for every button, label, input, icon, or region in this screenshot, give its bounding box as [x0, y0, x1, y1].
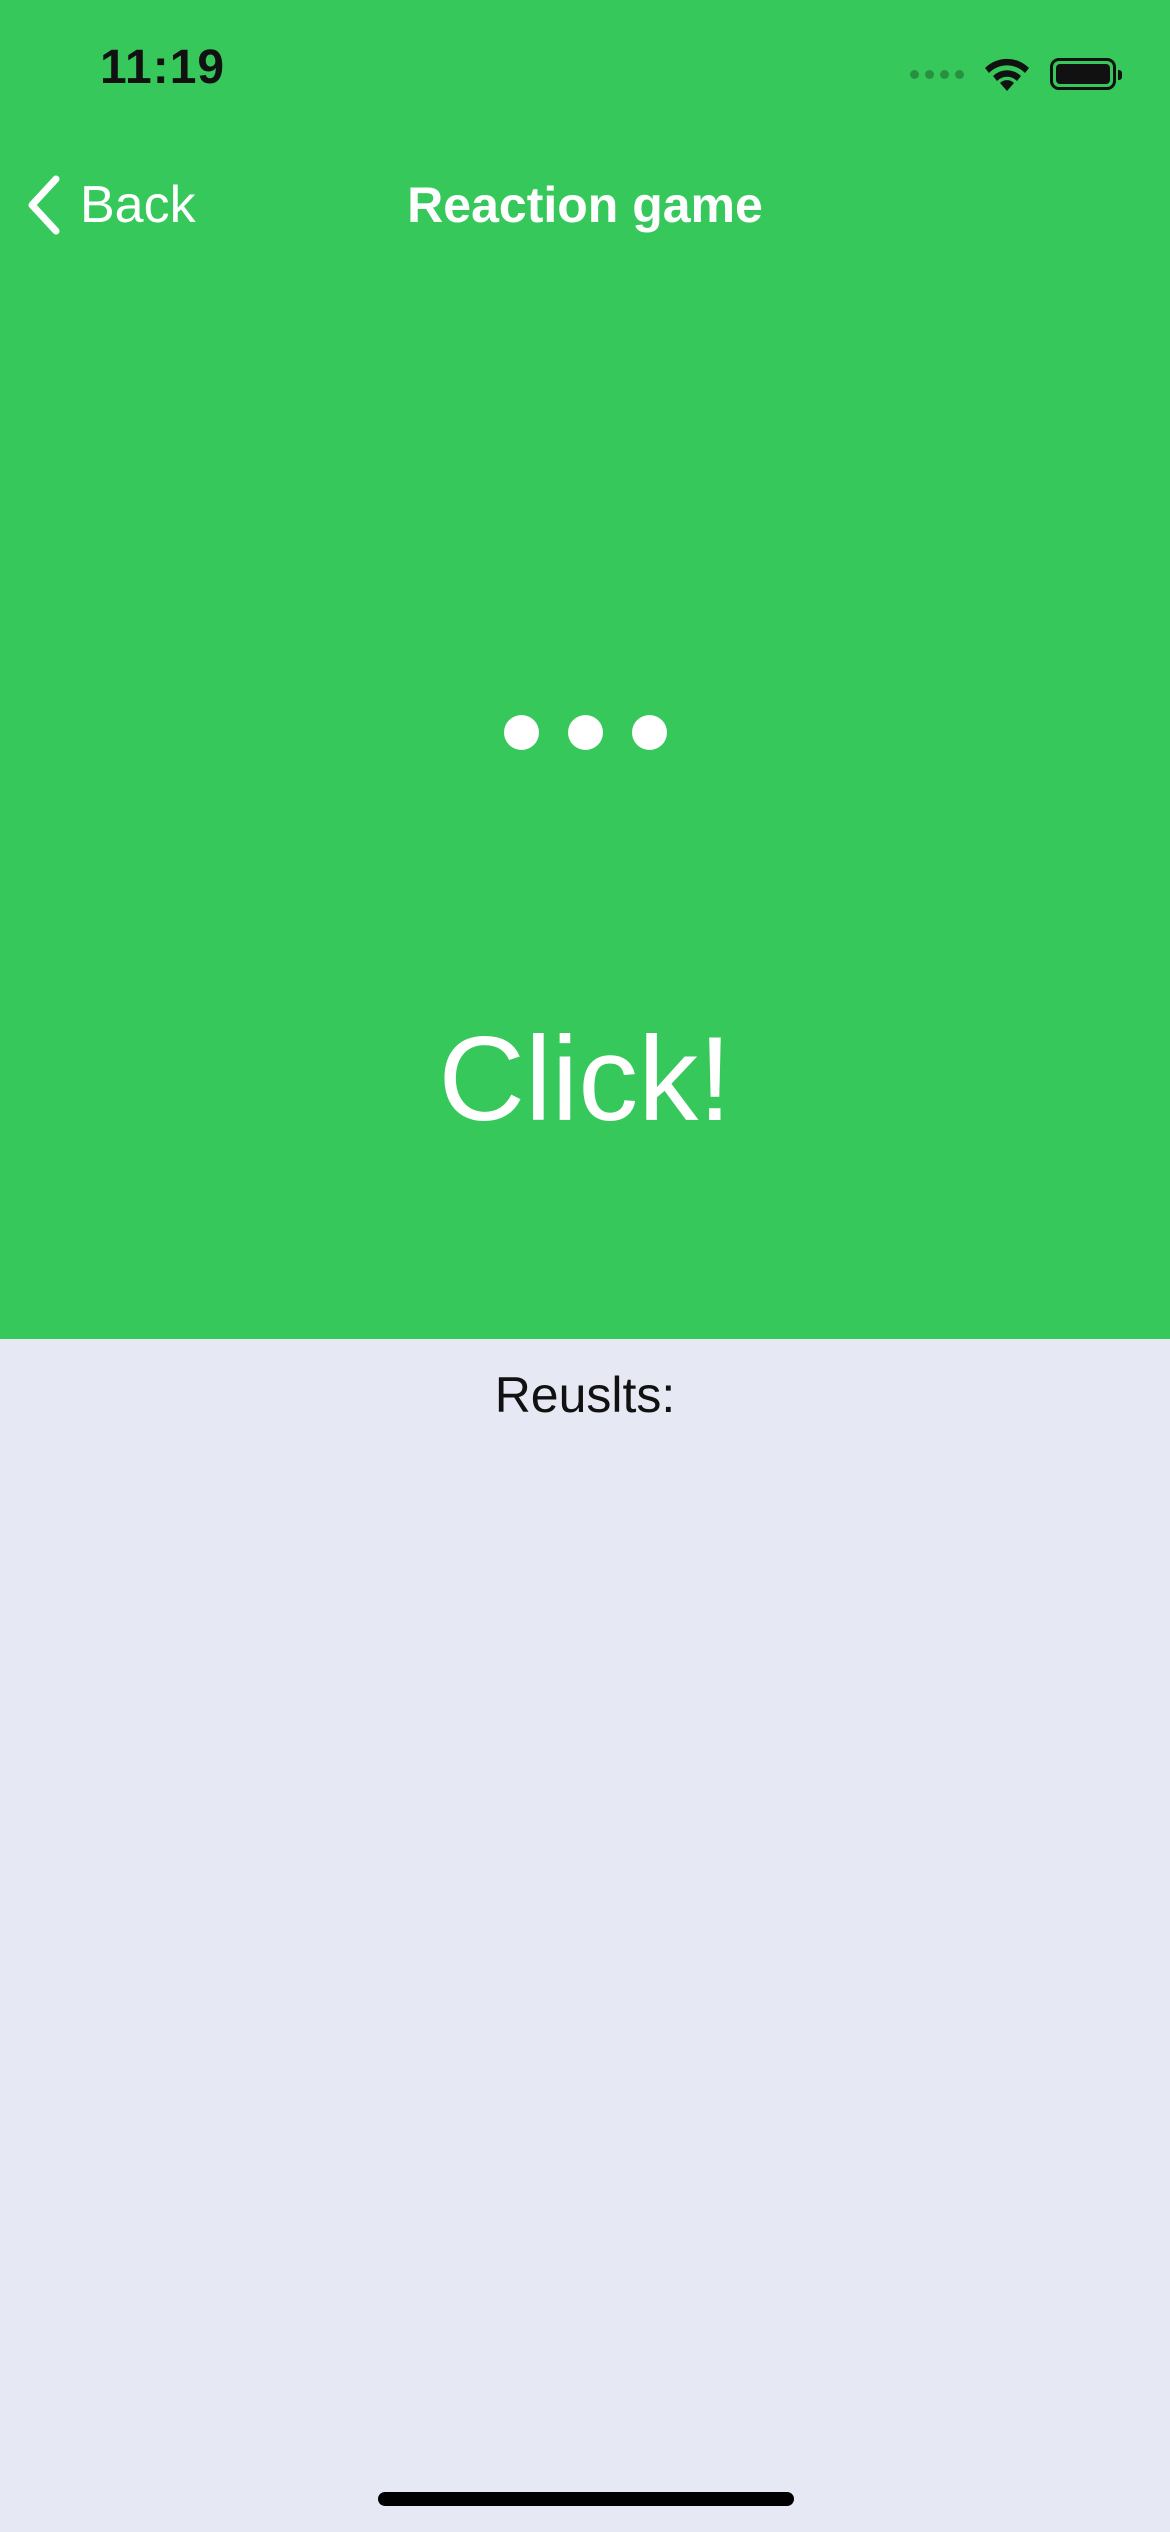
results-label: Reuslts: — [494, 1367, 676, 1423]
page-title: Reaction game — [407, 177, 763, 233]
click-prompt: Click! — [438, 1012, 732, 1146]
dot — [503, 715, 539, 750]
status-time: 11:19 — [100, 41, 226, 94]
cellular-signal-icon — [910, 69, 964, 79]
status-icons — [910, 52, 1122, 96]
battery-level-fill — [1056, 64, 1110, 84]
reaction-game-area[interactable]: 11:19 Back Reaction game Click! — [0, 0, 1170, 1339]
dot — [567, 715, 603, 750]
dot — [631, 715, 667, 750]
battery-icon — [1050, 58, 1122, 90]
home-indicator[interactable] — [378, 2492, 794, 2506]
waiting-dots-indicator — [0, 715, 1170, 750]
wifi-icon — [985, 58, 1029, 91]
